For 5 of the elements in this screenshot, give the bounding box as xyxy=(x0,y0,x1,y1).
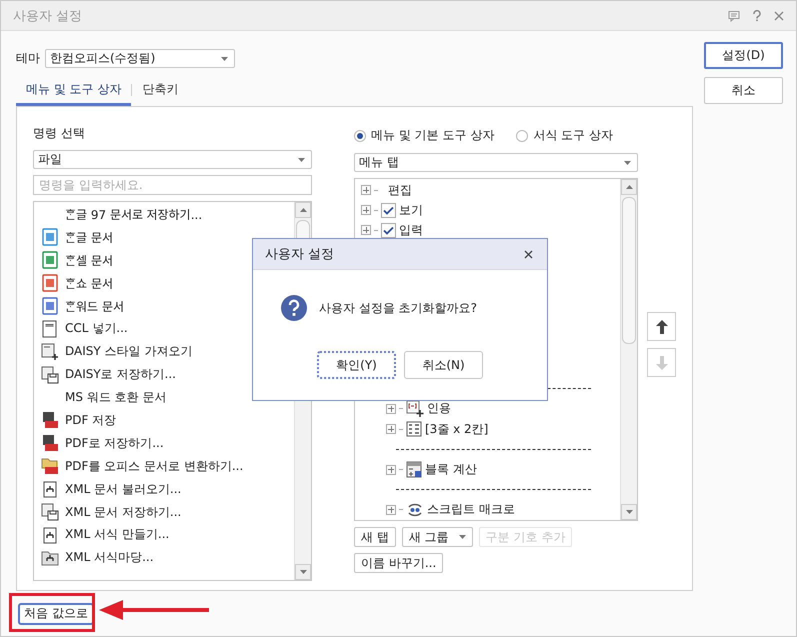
dialog-message: 사용자 설정을 초기화할까요? xyxy=(319,300,477,316)
command-select-label: 명령 선택 xyxy=(33,125,86,142)
window-title: 사용자 설정 xyxy=(13,8,82,24)
theme-label: 테마 xyxy=(16,50,40,67)
dialog-title: 사용자 설정 xyxy=(265,246,334,263)
